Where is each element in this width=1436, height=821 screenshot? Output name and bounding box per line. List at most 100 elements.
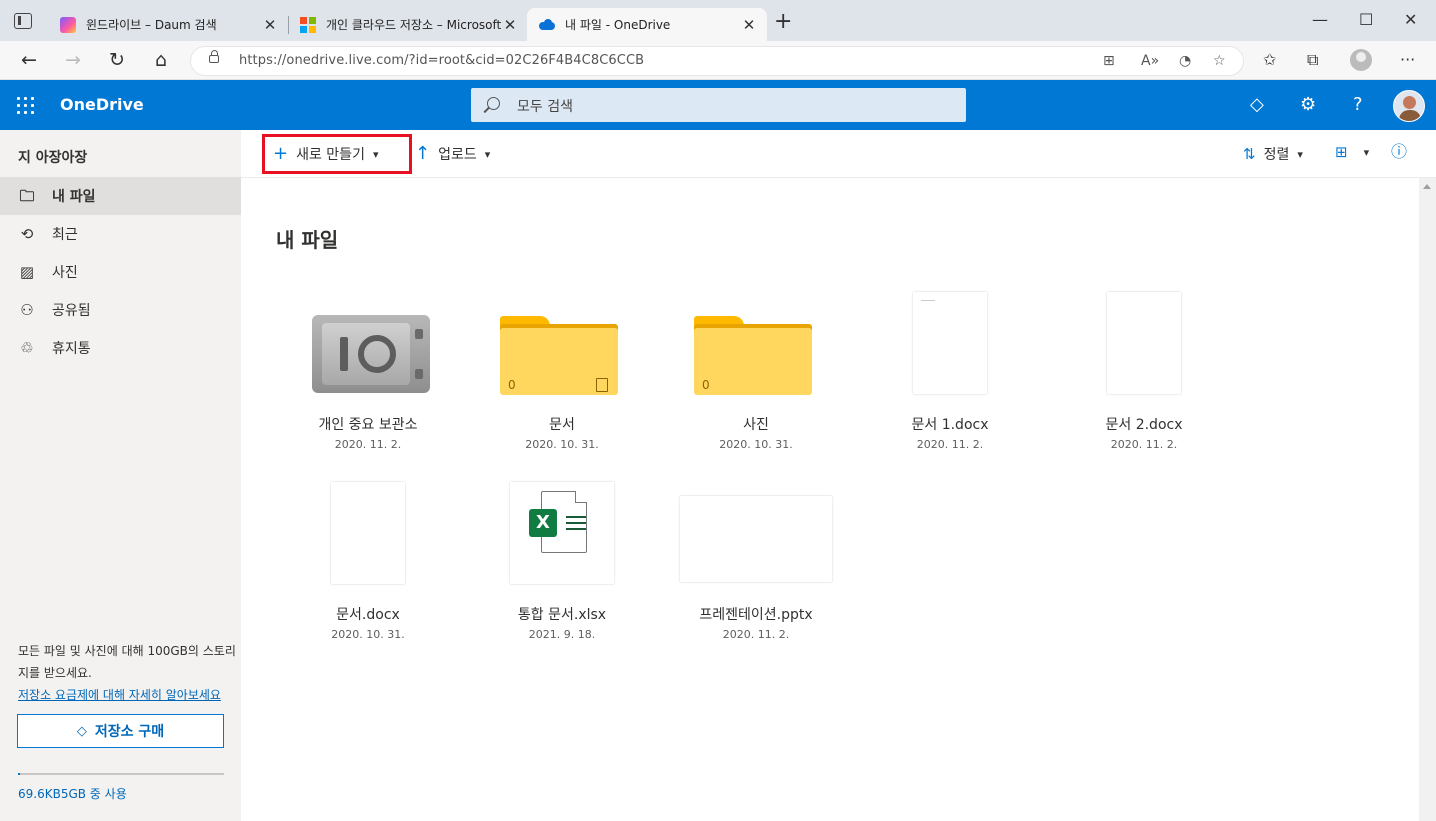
favorites-icon[interactable]: ✩ [1263,50,1276,69]
page-title: 내 파일 [276,228,339,252]
app-launcher-icon[interactable] [17,97,34,114]
search-box[interactable]: 모두 검색 [471,88,966,122]
tile-date: 2020. 11. 2. [1110,438,1178,451]
browser-tab-daum[interactable]: 윈드라이브 – Daum 검색 ✕ [48,8,289,41]
file-tile-folder[interactable]: 0 사진 2020. 10. 31. [659,286,853,476]
chevron-down-icon: ▾ [372,147,379,161]
vertical-scrollbar[interactable] [1419,178,1436,821]
file-tile-pptx[interactable]: 프레젠테이션.pptx 2020. 11. 2. [659,476,853,666]
tile-date: 2020. 10. 31. [719,438,793,451]
back-arrow-icon[interactable]: ← [18,49,40,71]
app-brand[interactable]: OneDrive [60,95,144,114]
minimize-icon[interactable]: — [1312,10,1328,29]
upload-button[interactable]: ↑ 업로드 ▾ [415,144,490,164]
sidebar-item-label: 사진 [52,265,78,281]
lock-icon[interactable] [209,50,219,63]
browser-tab-strip: 윈드라이브 – Daum 검색 ✕ 개인 클라우드 저장소 – Microsof… [0,0,1436,41]
address-url[interactable]: https://onedrive.live.com/?id=root&cid=0… [239,53,644,68]
tab-title: 윈드라이브 – Daum 검색 [86,18,217,32]
sidebar-item-my-files[interactable]: 🗀 내 파일 [0,177,241,215]
chevron-down-icon: ▾ [1363,145,1370,159]
collections-icon[interactable]: ⧉ [1307,50,1318,70]
help-icon[interactable]: ? [1353,94,1363,115]
refresh-icon[interactable]: ↻ [106,49,128,71]
tile-name[interactable]: 문서 1.docx [853,414,1047,434]
view-options-button[interactable]: ⊞ ▾ [1335,144,1369,160]
more-options-icon[interactable]: ··· [1400,50,1415,69]
window-close-icon[interactable]: ✕ [1404,10,1417,29]
upload-button-label: 업로드 [438,147,477,163]
folder-item-count: 0 [508,378,516,392]
sidebar-item-recent[interactable]: ⟲ 최근 [0,215,241,253]
tile-thumbnail [271,476,465,606]
tab-title: 내 파일 - OneDrive [565,18,671,32]
storage-quota-text[interactable]: 69.6KB5GB 중 사용 [18,785,127,802]
browser-profile-avatar[interactable] [1350,49,1372,71]
app-available-icon[interactable]: ⊞ [1103,53,1115,69]
address-bar[interactable]: https://onedrive.live.com/?id=root&cid=0… [190,46,1244,76]
grid-view-icon: ⊞ [1335,143,1348,161]
sidebar-item-shared[interactable]: ⚇ 공유됨 [0,291,241,329]
command-bar: + 새로 만들기 ▾ ↑ 업로드 ▾ ⇅ 정렬 ▾ ⊞ ▾ ⓘ [241,130,1436,178]
tile-name[interactable]: 문서 2.docx [1047,414,1241,434]
search-placeholder[interactable]: 모두 검색 [517,96,573,116]
browser-tab-microsoft[interactable]: 개인 클라우드 저장소 – Microsoft ✕ [288,8,529,41]
tile-thumbnail [853,286,1047,416]
tile-thumbnail: 0 [659,286,853,416]
onedrive-cloud-icon [539,17,555,33]
tile-name[interactable]: 개인 중요 보관소 [271,414,465,434]
settings-gear-icon[interactable]: ⚙ [1300,94,1316,115]
tile-date: 2020. 11. 2. [916,438,984,451]
docx-thumbnail [331,482,405,584]
home-icon[interactable]: ⌂ [150,49,172,71]
microsoft-icon [300,16,316,33]
left-navigation: 지 아장아장 🗀 내 파일 ⟲ 최근 ▨ 사진 ⚇ 공유됨 ♲ 휴지통 모든 파… [0,130,241,821]
new-tab-button[interactable]: + [774,11,792,33]
read-aloud-icon[interactable]: A» [1141,53,1159,69]
file-tile-docx[interactable]: 문서 1.docx 2020. 11. 2. [853,286,1047,476]
sort-button-label: 정렬 [1263,147,1290,163]
file-tile-docx[interactable]: 문서.docx 2020. 10. 31. [271,476,465,666]
tile-name[interactable]: 문서.docx [271,604,465,624]
storage-plans-link[interactable]: 저장소 요금제에 대해 자세히 알아보세요 [18,684,243,706]
scroll-up-arrow-icon[interactable] [1423,184,1431,189]
premium-diamond-icon[interactable]: ◇ [1250,94,1264,115]
tile-name[interactable]: 통합 문서.xlsx [465,604,659,624]
recycle-bin-icon: ♲ [20,339,34,357]
chevron-down-icon: ▾ [1297,147,1303,161]
sort-button[interactable]: ⇅ 정렬 ▾ [1243,144,1303,164]
tab-actions-icon[interactable] [14,13,32,29]
file-tile-folder[interactable]: 0 문서 2020. 10. 31. [465,286,659,476]
people-icon: ⚇ [20,301,34,319]
sort-icon: ⇅ [1243,145,1256,163]
account-avatar[interactable] [1393,90,1425,122]
close-icon[interactable]: ✕ [262,16,278,34]
photo-icon: ▨ [19,263,35,281]
folder-icon: 0 [500,316,618,395]
tile-date: 2020. 10. 31. [525,438,599,451]
sidebar-item-photos[interactable]: ▨ 사진 [0,253,241,291]
tracking-prevention-icon[interactable]: ◔ [1179,53,1191,69]
tile-thumbnail: X [465,476,659,606]
folder-icon: 🗀 [19,187,35,205]
buy-storage-button[interactable]: ◇ 저장소 구매 [17,714,224,748]
tile-name[interactable]: 프레젠테이션.pptx [659,604,853,624]
tile-name[interactable]: 문서 [465,414,659,434]
close-icon[interactable]: ✕ [502,16,518,34]
tile-name[interactable]: 사진 [659,414,853,434]
add-favorite-icon[interactable]: ☆ [1213,53,1226,69]
file-tile-docx[interactable]: 문서 2.docx 2020. 11. 2. [1047,286,1241,476]
maximize-icon[interactable]: ☐ [1359,10,1373,29]
browser-toolbar: ← → ↻ ⌂ https://onedrive.live.com/?id=ro… [0,41,1436,80]
browser-tab-onedrive[interactable]: 내 파일 - OneDrive ✕ [527,8,767,41]
forward-arrow-icon[interactable]: → [62,49,84,71]
details-pane-button[interactable]: ⓘ [1391,144,1415,160]
xlsx-thumbnail: X [510,482,614,584]
new-button[interactable]: + 새로 만들기 ▾ [273,144,378,164]
close-icon[interactable]: ✕ [741,16,757,34]
file-tile-xlsx[interactable]: X 통합 문서.xlsx 2021. 9. 18. [465,476,659,666]
file-tile-vault[interactable]: 개인 중요 보관소 2020. 11. 2. [271,286,465,476]
folder-item-count: 0 [702,378,710,392]
user-name: 지 아장아장 [18,150,88,166]
sidebar-item-recycle-bin[interactable]: ♲ 휴지통 [0,329,241,367]
